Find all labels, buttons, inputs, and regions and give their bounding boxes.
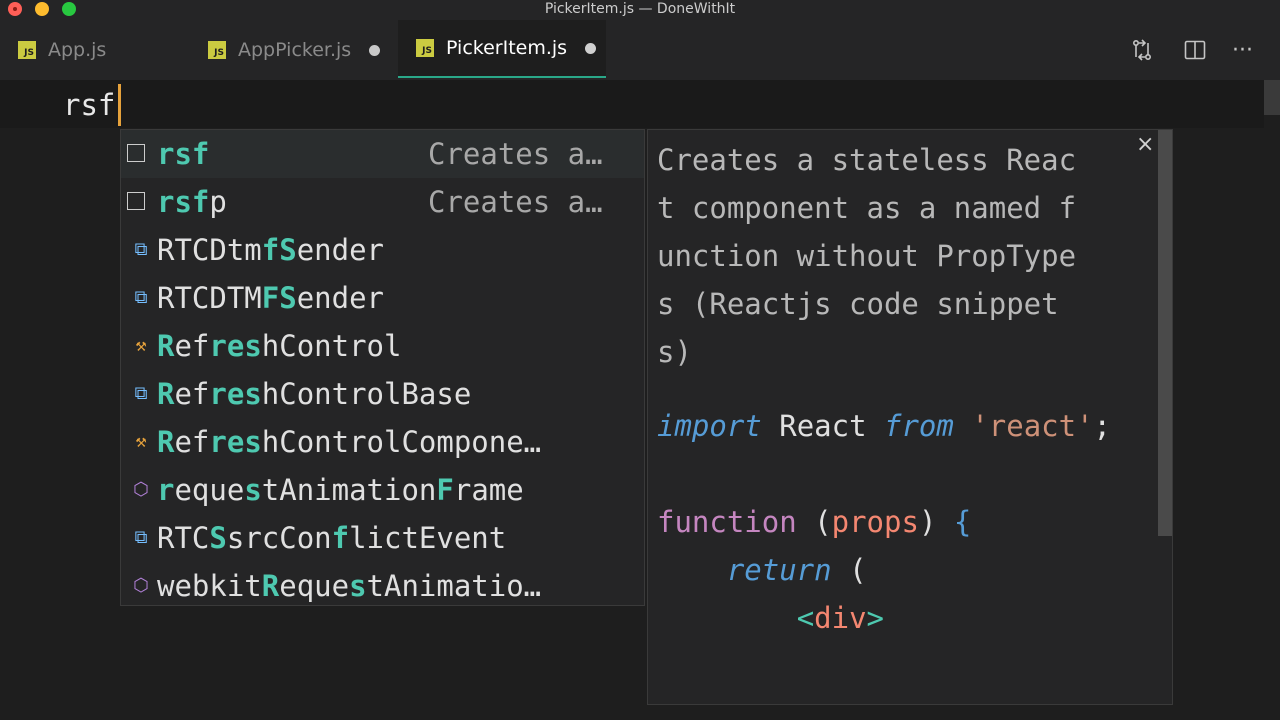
unsaved-dot-icon[interactable] xyxy=(585,42,597,54)
suggestion-item[interactable]: ⧉ RTCDtmfSender xyxy=(121,226,644,274)
text-cursor xyxy=(118,84,121,126)
suggestion-item[interactable]: ⧉ RTCDTMFSender xyxy=(121,274,644,322)
js-file-icon: JS xyxy=(208,41,226,59)
tab-apppicker-js[interactable]: JS AppPicker.js xyxy=(208,20,381,80)
suggestion-item[interactable]: ⬡ requestAnimationFrame xyxy=(121,466,644,514)
snippet-icon xyxy=(127,144,145,162)
tab-bar: JS App.js JS AppPicker.js JS PickerItem.… xyxy=(0,20,1280,80)
typed-text[interactable]: rsf xyxy=(63,83,115,127)
property-icon: ⚒ xyxy=(135,335,147,356)
title-bar: PickerItem.js — DoneWithIt xyxy=(0,0,1280,20)
suggestion-item[interactable]: rsfp Creates a… xyxy=(121,178,644,226)
tab-label: PickerItem.js xyxy=(446,37,568,59)
compare-changes-icon[interactable] xyxy=(1130,20,1154,80)
more-actions-icon[interactable]: ··· xyxy=(1232,20,1253,80)
close-icon[interactable]: × xyxy=(1136,132,1154,157)
details-scrollbar[interactable] xyxy=(1158,130,1172,536)
window-title: PickerItem.js — DoneWithIt xyxy=(544,1,736,17)
suggestion-label: requestAnimationFrame xyxy=(157,473,524,507)
method-icon: ⬡ xyxy=(133,479,149,500)
suggestion-label: RefreshControl xyxy=(157,329,402,363)
code-line-div: <div> xyxy=(796,601,885,635)
tab-app-js[interactable]: JS App.js xyxy=(18,20,106,80)
editor-scrollbar[interactable] xyxy=(1264,80,1280,115)
js-file-icon: JS xyxy=(18,41,36,59)
suggestion-item[interactable]: ⚒ RefreshControlCompone… xyxy=(121,418,644,466)
suggestion-item[interactable]: rsf Creates a… xyxy=(121,130,644,178)
class-icon: ⧉ xyxy=(134,383,148,404)
code-line-return: return ( xyxy=(726,553,867,587)
suggestion-detail: Creates a… xyxy=(428,185,603,219)
class-icon: ⧉ xyxy=(134,287,148,308)
tab-pickeritem-js[interactable]: JS PickerItem.js xyxy=(398,20,606,78)
tab-label: App.js xyxy=(48,39,107,61)
split-editor-icon[interactable] xyxy=(1183,20,1207,80)
suggestion-widget: rsf Creates a… rsfp Creates a… ⧉ RTCDtmf… xyxy=(120,129,645,606)
suggestion-label: RefreshControlBase xyxy=(157,377,472,411)
suggestion-detail: Creates a… xyxy=(428,137,603,171)
suggestion-details-panel: × Creates a stateless Reac t component a… xyxy=(647,129,1173,705)
snippet-icon xyxy=(127,192,145,210)
property-icon: ⚒ xyxy=(135,431,147,452)
suggestion-label: rsfp xyxy=(157,185,227,219)
method-icon: ⬡ xyxy=(133,575,149,596)
js-file-icon: JS xyxy=(416,39,434,57)
suggestion-label: RTCDtmfSender xyxy=(157,233,384,267)
class-icon: ⧉ xyxy=(134,239,148,260)
suggestion-label: RTCDTMFSender xyxy=(157,281,384,315)
suggestion-label: rsf xyxy=(157,137,210,171)
suggestion-item[interactable]: ⧉ RefreshControlBase xyxy=(121,370,644,418)
unsaved-dot-icon[interactable] xyxy=(369,44,381,56)
class-icon: ⧉ xyxy=(134,527,148,548)
code-line-import: import React from 'react'; xyxy=(657,409,1112,443)
suggestion-item[interactable]: ⧉ RTCSsrcConflictEvent xyxy=(121,514,644,562)
code-line-function: function (props) { xyxy=(657,505,972,539)
tab-label: AppPicker.js xyxy=(238,39,352,61)
snippet-description: Creates a stateless Reac t component as … xyxy=(657,143,1077,369)
suggestion-label: RefreshControlCompone… xyxy=(157,425,542,459)
suggestion-label: RTCSsrcConflictEvent xyxy=(157,521,507,555)
suggestion-item[interactable]: ⚒ RefreshControl xyxy=(121,322,644,370)
current-line-highlight xyxy=(0,80,1264,128)
suggestion-label: webkitRequestAnimatio… xyxy=(157,569,542,603)
suggestion-item[interactable]: ⬡ webkitRequestAnimatio… xyxy=(121,562,644,610)
